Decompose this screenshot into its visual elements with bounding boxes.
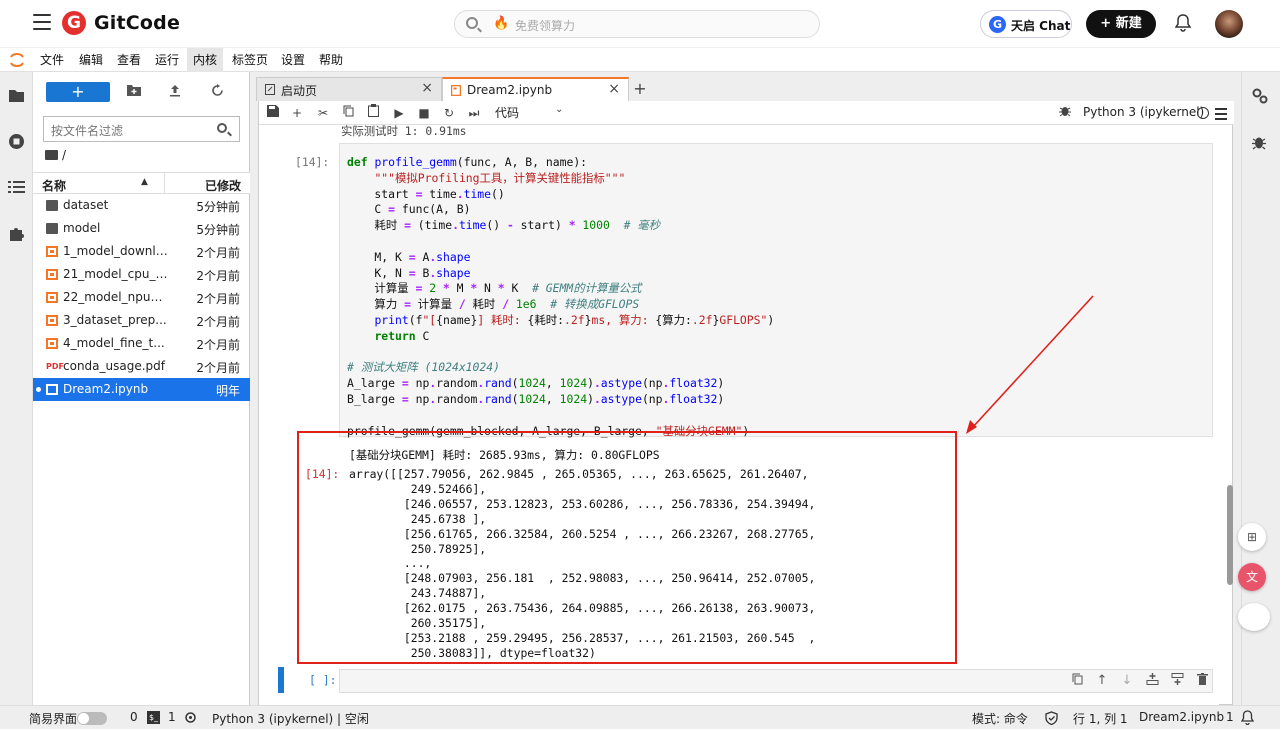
kernel-status[interactable]: Python 3 (ipykernel) | 空闲	[212, 710, 369, 727]
scrollbar-thumb[interactable]	[1227, 485, 1233, 585]
simple-mode-toggle[interactable]	[77, 712, 107, 725]
mode-indicator[interactable]: 模式: 命令	[972, 710, 1028, 727]
status-bar: 简易界面 0 $_ 1 Python 3 (ipykernel) | 空闲 模式…	[0, 705, 1280, 729]
debugger-icon[interactable]	[1252, 134, 1266, 153]
cursor-position[interactable]: 行 1, 列 1	[1073, 710, 1128, 727]
status-filename: Dream2.ipynb	[1139, 710, 1225, 724]
kernel-gear-icon[interactable]	[184, 711, 197, 727]
notification-bell-icon[interactable]	[1240, 710, 1255, 728]
shield-icon[interactable]	[1045, 711, 1058, 728]
property-inspector-icon[interactable]	[1252, 88, 1268, 107]
annotation-highlight-box	[297, 431, 957, 664]
terminal-icon[interactable]: $_	[147, 711, 160, 724]
translate-icon[interactable]: 文	[1238, 563, 1266, 591]
terminal-count[interactable]: 0	[130, 710, 138, 724]
notification-count[interactable]: 1	[1226, 710, 1234, 724]
kernel-count[interactable]: 1	[168, 710, 176, 724]
layout-widget-icon[interactable]: ⊞	[1238, 523, 1266, 551]
side-widget[interactable]	[1238, 603, 1270, 631]
simple-mode-label: 简易界面	[29, 712, 78, 726]
